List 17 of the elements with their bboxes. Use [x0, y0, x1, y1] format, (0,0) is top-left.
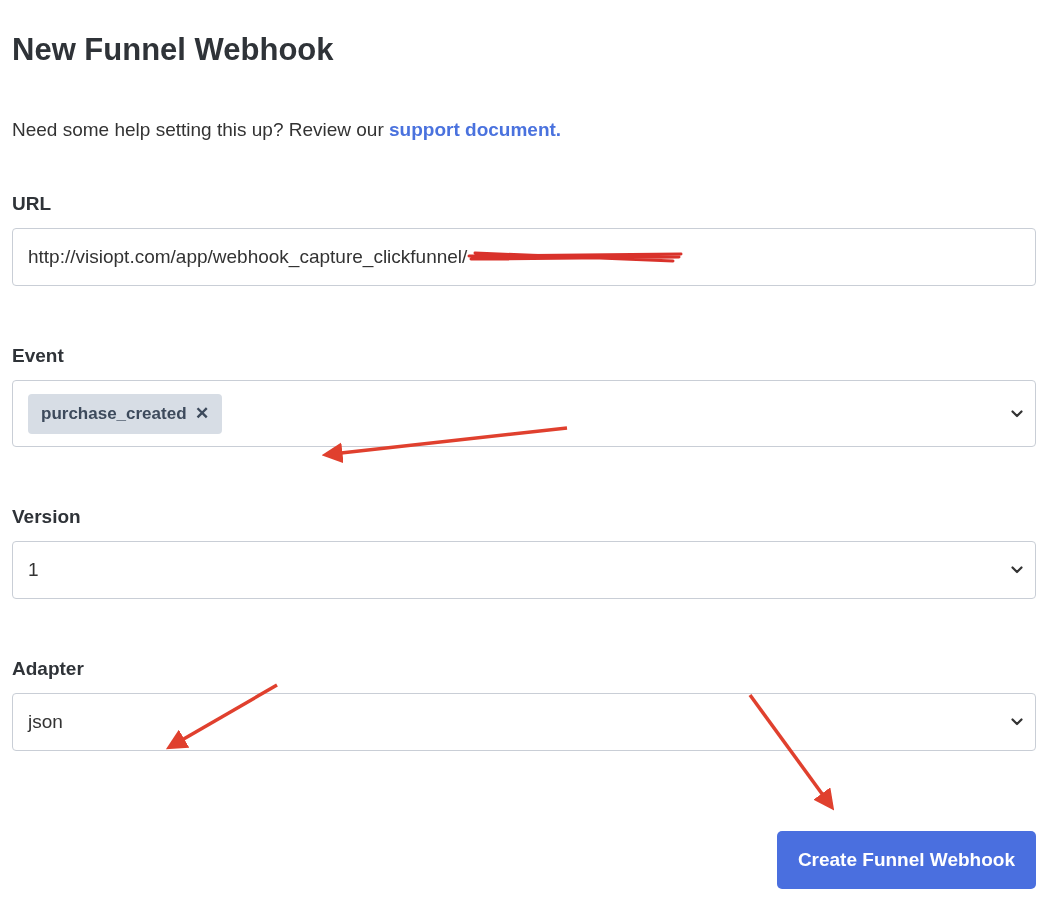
chevron-down-icon [1011, 409, 1023, 418]
support-link[interactable]: support document. [389, 119, 562, 140]
field-label: Event [12, 344, 65, 368]
remove-tag-button[interactable]: ✕ [194, 405, 209, 422]
field-label: Version [12, 505, 82, 529]
chevron-down-icon [1011, 566, 1023, 574]
tag-label: purchase_created [41, 402, 187, 425]
help-text: Need some help setting this up? Review our support document. [12, 118, 563, 142]
field-label: Adapter [12, 657, 85, 681]
page-title: New Funnel Webhook [12, 31, 335, 69]
url-field[interactable]: http://visiopt.com/app/webhook_capture_clickfunnel/ [12, 228, 1036, 286]
chevron-down-icon [1011, 718, 1023, 726]
dropdown-select[interactable]: 1 [12, 541, 1036, 599]
field-label: URL [12, 192, 53, 216]
create-webhook-button[interactable]: Create Funnel Webhook [776, 831, 1036, 889]
event-select[interactable]: purchase_created ✕ [12, 380, 1036, 447]
dropdown-select[interactable]: json [12, 693, 1036, 751]
